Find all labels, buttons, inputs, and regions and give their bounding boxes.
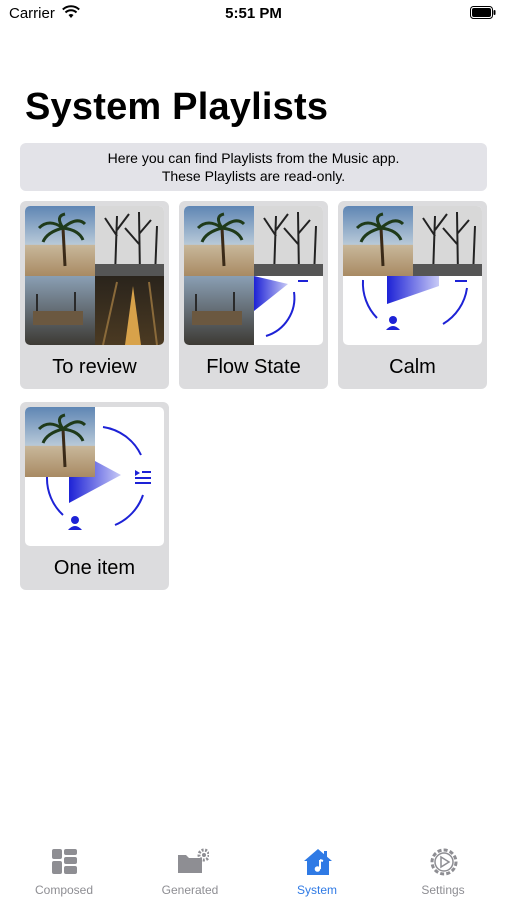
playlist-artwork: [184, 206, 323, 345]
playlist-title: To review: [52, 356, 137, 378]
playlist-card-calm[interactable]: Calm: [338, 201, 487, 389]
battery-icon: [470, 6, 496, 19]
tab-system[interactable]: System: [254, 835, 380, 900]
dock-photo: [25, 276, 95, 345]
playlist-card-flow-state[interactable]: Flow State: [179, 201, 328, 389]
tab-label: System: [296, 883, 337, 897]
playlist-title: Calm: [389, 356, 436, 378]
tab-label: Settings: [421, 883, 465, 897]
page-title: System Playlists: [25, 86, 329, 128]
folder-gear-icon: [178, 848, 209, 873]
tab-bar: Composed Generated System Settings: [0, 835, 507, 900]
gear-play-icon: [430, 848, 458, 876]
playlist-card-to-review[interactable]: To review: [20, 201, 169, 389]
playlist-artwork: [343, 206, 482, 345]
tab-composed[interactable]: Composed: [1, 835, 127, 900]
info-line-2: These Playlists are read-only.: [161, 168, 346, 184]
tab-label: Composed: [34, 883, 94, 897]
tab-label: Generated: [161, 883, 219, 897]
info-line-1: Here you can find Playlists from the Mus…: [107, 150, 400, 166]
status-bar: Carrier 5:51 PM: [0, 0, 507, 30]
trees-photo: [95, 206, 164, 277]
tab-settings[interactable]: Settings: [380, 835, 506, 900]
night-path-photo: [95, 276, 164, 345]
palm-photo: [343, 206, 413, 276]
palm-photo: [25, 407, 95, 477]
grid-icon: [52, 849, 77, 874]
placeholder-art: [254, 276, 308, 337]
dock-photo: [184, 276, 254, 345]
house-music-icon: [304, 849, 332, 875]
placeholder-art: [361, 276, 468, 330]
trees-photo: [413, 206, 482, 277]
info-banner: Here you can find Playlists from the Mus…: [20, 143, 487, 191]
trees-photo: [254, 206, 323, 277]
playlist-artwork: [25, 407, 164, 546]
playlist-title: One item: [53, 557, 136, 579]
playlist-title: Flow State: [206, 356, 301, 378]
tab-generated[interactable]: Generated: [127, 835, 253, 900]
palm-photo: [25, 206, 95, 276]
playlist-card-one-item[interactable]: One item: [20, 402, 169, 590]
clock: 5:51 PM: [225, 5, 282, 22]
palm-photo: [184, 206, 254, 276]
playlist-artwork: [25, 206, 164, 345]
